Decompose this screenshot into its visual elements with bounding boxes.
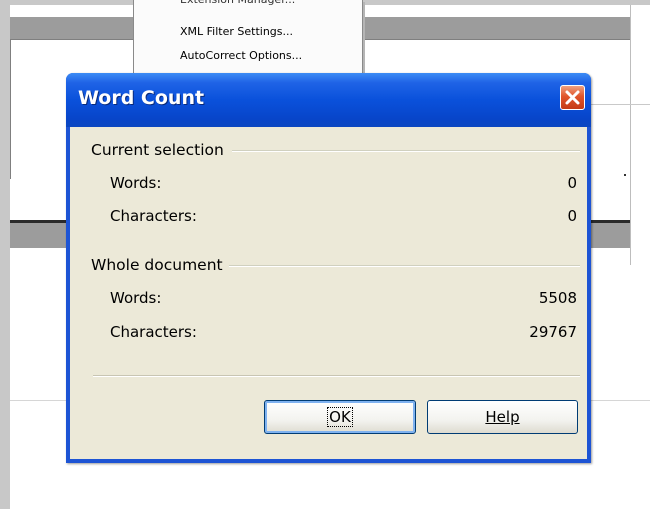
current-selection-heading: Current selection: [91, 141, 224, 159]
whole-document-heading: Whole document: [91, 256, 223, 274]
current-selection-rule: [232, 150, 580, 152]
whole-document-rule: [229, 265, 580, 267]
toolbar-band-right: [363, 17, 630, 39]
word-count-dialog: Word Count Current selection Words: 0 Ch…: [66, 73, 591, 463]
current-words-label: Words:: [110, 174, 162, 192]
document-words-value: 5508: [538, 289, 577, 307]
close-button[interactable]: [560, 85, 585, 110]
menu-item-xml-filter-settings[interactable]: XML Filter Settings...: [180, 24, 293, 40]
button-separator: [93, 375, 580, 377]
close-icon: [565, 90, 580, 105]
menu-item-extension-manager[interactable]: Extension Manager...: [180, 0, 295, 8]
dialog-body: Current selection Words: 0 Characters: 0…: [70, 127, 587, 459]
help-button-label: Help: [485, 408, 520, 426]
dialog-title: Word Count: [78, 87, 205, 109]
document-words-label: Words:: [110, 289, 162, 307]
window-left-edge: [0, 0, 10, 509]
current-words-value: 0: [567, 174, 577, 192]
document-characters-label: Characters:: [110, 323, 197, 341]
current-characters-value: 0: [567, 207, 577, 225]
document-dot: [624, 174, 626, 176]
window-right-line: [630, 5, 631, 265]
menu-item-autocorrect-options[interactable]: AutoCorrect Options...: [180, 48, 302, 64]
dialog-titlebar[interactable]: Word Count: [66, 73, 591, 127]
tools-menu[interactable]: Extension Manager... XML Filter Settings…: [133, 0, 363, 77]
current-characters-label: Characters:: [110, 207, 197, 225]
ok-button[interactable]: OK: [264, 400, 416, 434]
document-characters-value: 29767: [529, 323, 577, 341]
ok-button-label: OK: [327, 407, 353, 427]
help-button[interactable]: Help: [427, 400, 578, 434]
panel-edge: [10, 39, 11, 179]
